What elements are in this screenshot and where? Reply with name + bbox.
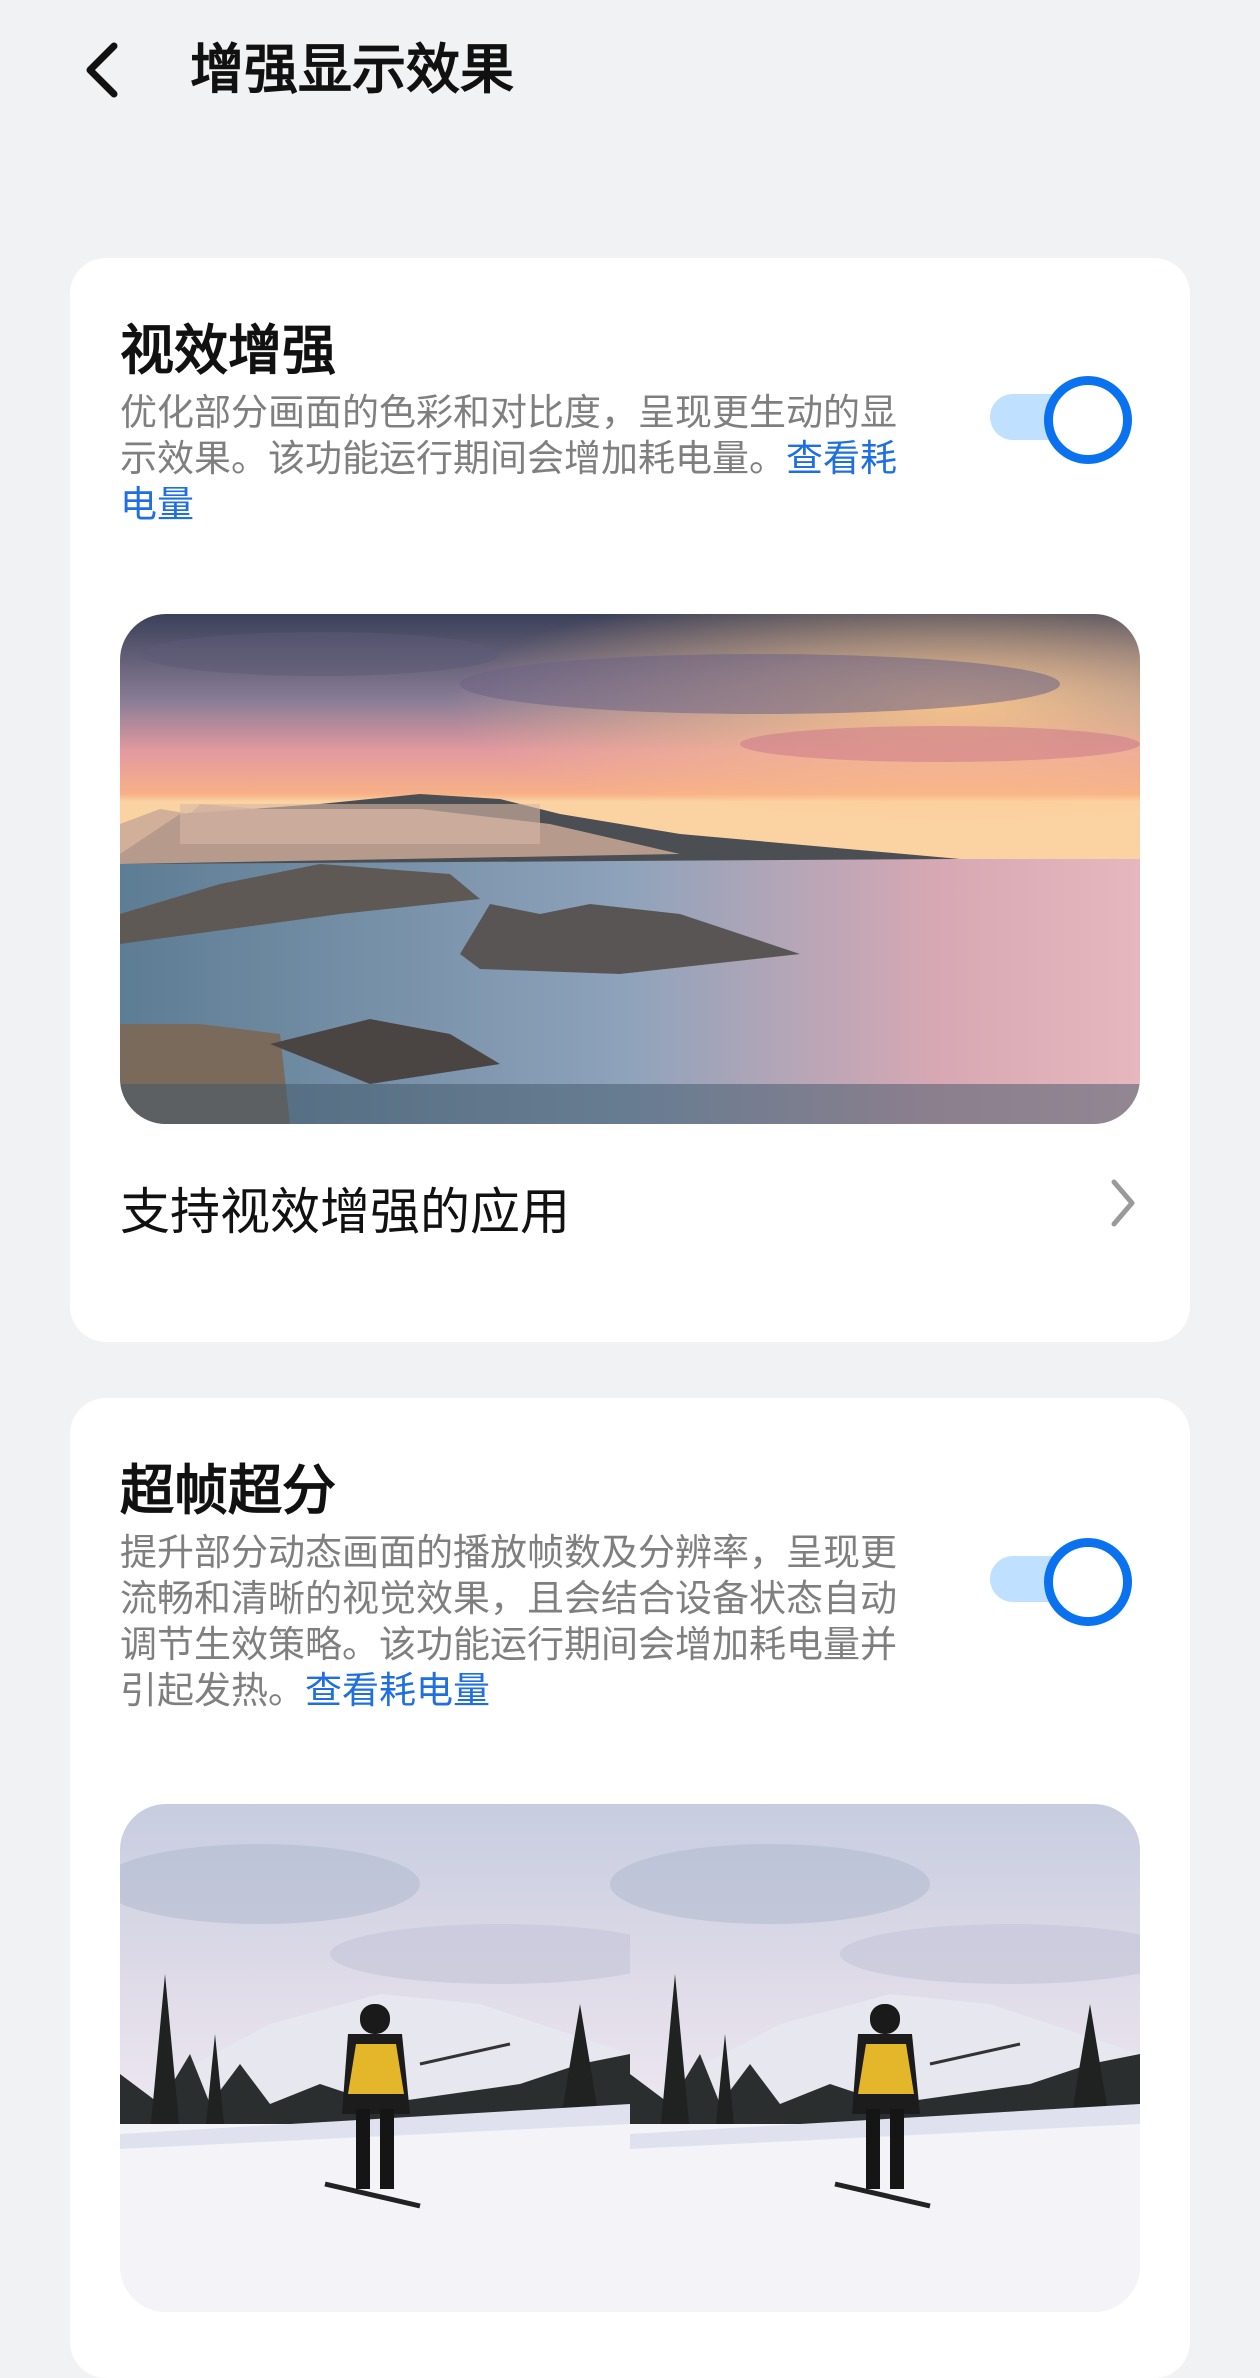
back-icon	[86, 42, 118, 98]
chevron-right-icon	[1111, 1179, 1135, 1227]
toggle-knob	[1044, 1538, 1132, 1626]
super-frame-description-text: 提升部分动态画面的播放帧数及分辨率，呈现更流畅和清晰的视觉效果，且会结合设备状态…	[120, 1531, 897, 1712]
visual-enhance-card: 视效增强 优化部分画面的色彩和对比度，呈现更生动的显示效果。该功能运行期间会增加…	[70, 258, 1190, 1342]
back-button[interactable]	[72, 30, 132, 110]
header: 增强显示效果	[0, 0, 1260, 140]
supported-apps-row[interactable]: 支持视效增强的应用	[70, 1138, 1190, 1278]
super-frame-preview-image	[120, 1804, 1140, 2312]
visual-enhance-description: 优化部分画面的色彩和对比度，呈现更生动的显示效果。该功能运行期间会增加耗电量。查…	[120, 390, 910, 528]
super-frame-power-link[interactable]: 查看耗电量	[305, 1669, 490, 1712]
toggle-knob	[1044, 376, 1132, 464]
super-frame-toggle[interactable]	[986, 1538, 1132, 1626]
super-frame-title: 超帧超分	[120, 1459, 336, 1522]
supported-apps-label: 支持视效增强的应用	[120, 1183, 570, 1241]
super-frame-card: 超帧超分 提升部分动态画面的播放帧数及分辨率，呈现更流畅和清晰的视觉效果，且会结…	[70, 1398, 1190, 2378]
visual-enhance-preview-image	[120, 614, 1140, 1124]
super-frame-description: 提升部分动态画面的播放帧数及分辨率，呈现更流畅和清晰的视觉效果，且会结合设备状态…	[120, 1530, 910, 1714]
visual-enhance-description-text: 优化部分画面的色彩和对比度，呈现更生动的显示效果。该功能运行期间会增加耗电量。	[120, 391, 897, 480]
visual-enhance-title: 视效增强	[120, 319, 336, 382]
visual-enhance-toggle[interactable]	[986, 376, 1132, 464]
page-title: 增强显示效果	[190, 38, 514, 101]
